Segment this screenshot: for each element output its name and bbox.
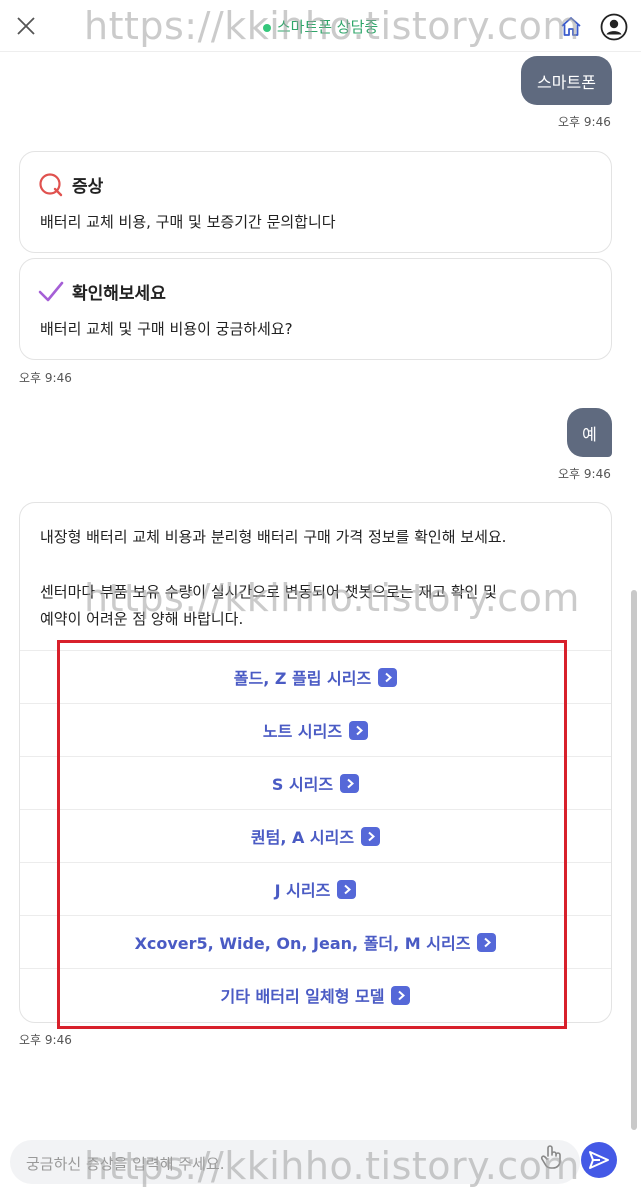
user-message-bubble: 예 — [567, 408, 612, 457]
info-text-line: 내장형 배터리 교체 비용과 분리형 배터리 구매 가격 정보를 확인해 보세요… — [40, 528, 507, 546]
send-button[interactable] — [581, 1142, 617, 1178]
chevron-right-icon — [477, 932, 497, 952]
profile-button[interactable] — [598, 11, 630, 43]
status-dot-icon — [262, 23, 271, 32]
input-placeholder: 궁금하신 증상을 입력해 주세요. — [26, 1155, 225, 1173]
symptom-title: 증상 — [72, 177, 104, 197]
info-text-line: 예약이 어려운 점 양해 바랍니다. — [40, 610, 244, 628]
home-icon — [561, 17, 581, 36]
user-message-bubble: 스마트폰 — [521, 56, 612, 105]
option-label: J 시리즈 — [274, 881, 331, 900]
option-s-series[interactable]: S 시리즈 — [20, 756, 611, 809]
option-other-integrated[interactable]: 기타 배터리 일체형 모델 — [20, 968, 611, 1021]
info-text-line: 센터마다 부품 보유 수량이 실시간으로 변동되어 챗봇으로는 재고 확인 및 — [40, 583, 497, 601]
send-icon — [589, 1151, 609, 1169]
scrollbar[interactable] — [631, 590, 637, 1130]
option-note[interactable]: 노트 시리즈 — [20, 703, 611, 756]
option-label: 폴드, Z 플립 시리즈 — [233, 669, 372, 688]
touch-icon[interactable] — [537, 1142, 565, 1170]
message-input[interactable]: 궁금하신 증상을 입력해 주세요. — [10, 1140, 580, 1184]
chevron-right-icon — [349, 720, 369, 740]
option-fold-flip[interactable]: 폴드, Z 플립 시리즈 — [20, 650, 611, 703]
check-icon — [38, 281, 64, 302]
user-icon — [600, 13, 628, 41]
user-message-text: 스마트폰 — [537, 72, 596, 92]
user-message-text: 예 — [582, 424, 597, 444]
check-card: 확인해보세요 배터리 교체 및 구매 비용이 궁금하세요? — [19, 258, 612, 360]
option-label: 퀀텀, A 시리즈 — [250, 828, 355, 847]
chevron-right-icon — [340, 773, 360, 793]
option-label: 기타 배터리 일체형 모델 — [220, 987, 385, 1006]
message-time: 오후 9:46 — [19, 371, 72, 385]
chevron-right-icon — [361, 826, 381, 846]
battery-info-card: 내장형 배터리 교체 비용과 분리형 배터리 구매 가격 정보를 확인해 보세요… — [19, 502, 612, 1023]
chat-status-label: 스마트폰 상담중 — [276, 18, 379, 36]
check-text: 배터리 교체 및 구매 비용이 궁금하세요? — [40, 320, 293, 338]
symptom-card: 증상 배터리 교체 비용, 구매 및 보증기간 문의합니다 — [19, 151, 612, 253]
search-q-icon — [39, 173, 63, 197]
message-time: 오후 9:46 — [558, 115, 611, 129]
option-xcover-etc[interactable]: Xcover5, Wide, On, Jean, 폴더, M 시리즈 — [20, 915, 611, 968]
chat-input-area: 궁금하신 증상을 입력해 주세요. — [0, 1132, 641, 1193]
home-button[interactable] — [556, 12, 586, 42]
message-time: 오후 9:46 — [19, 1033, 72, 1047]
check-title: 확인해보세요 — [72, 284, 166, 304]
message-time: 오후 9:46 — [558, 467, 611, 481]
chat-header: 스마트폰 상담중 — [0, 0, 641, 52]
chat-status-title: 스마트폰 상담중 — [0, 16, 641, 37]
option-label: S 시리즈 — [271, 775, 334, 794]
option-quantum-a[interactable]: 퀀텀, A 시리즈 — [20, 809, 611, 862]
symptom-text: 배터리 교체 비용, 구매 및 보증기간 문의합니다 — [40, 213, 336, 231]
chevron-right-icon — [378, 667, 398, 687]
chevron-right-icon — [391, 985, 411, 1005]
option-label: Xcover5, Wide, On, Jean, 폴더, M 시리즈 — [134, 934, 471, 953]
option-j-series[interactable]: J 시리즈 — [20, 862, 611, 915]
option-label: 노트 시리즈 — [262, 722, 343, 741]
chevron-right-icon — [337, 879, 357, 899]
